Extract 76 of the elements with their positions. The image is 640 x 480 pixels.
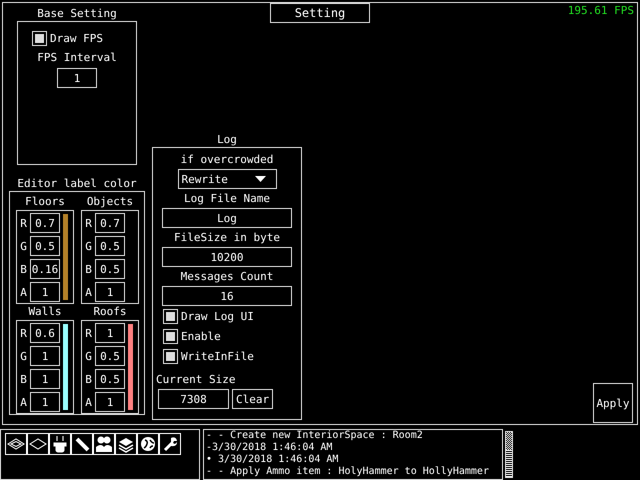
field-label: Log File Name <box>184 191 270 207</box>
setting-title[interactable]: Setting <box>270 3 370 23</box>
input-field[interactable]: 1 <box>30 369 60 389</box>
group-title: Walls <box>27 304 63 320</box>
channel-label: G <box>19 240 28 252</box>
input-field[interactable]: 0.6 <box>30 323 60 343</box>
log-line: • 3/30/2018 1:46:04 AM <box>206 454 340 466</box>
field-label: Messages Count <box>180 269 274 285</box>
input-field[interactable]: 0.5 <box>30 236 60 256</box>
input-field[interactable]: 1 <box>30 346 60 366</box>
checkbox[interactable] <box>163 328 178 344</box>
checkbox-label: WriteInFile <box>181 350 254 362</box>
group-title: Objects <box>86 194 134 210</box>
eye-icon[interactable] <box>5 433 27 455</box>
people-icon[interactable] <box>93 433 115 455</box>
dropdown[interactable]: Rewrite <box>178 169 276 189</box>
input-field[interactable]: 0.5 <box>95 259 125 279</box>
channel-label: B <box>84 262 93 276</box>
section-title: Editor label color <box>16 177 138 191</box>
channel-label: R <box>19 326 28 340</box>
caret-icon <box>254 176 266 182</box>
channel-label: G <box>84 240 93 252</box>
channel-label: G <box>19 350 28 362</box>
input-field[interactable]: 10200 <box>162 247 292 267</box>
scrollbar[interactable] <box>505 431 513 478</box>
input-field[interactable]: 1 <box>95 392 125 412</box>
input-field[interactable]: 0.7 <box>95 213 125 233</box>
log-line: -3/30/2018 1:46:04 AM <box>206 442 334 454</box>
group-title: Floors <box>24 194 66 210</box>
checkbox-label: Draw Log UI <box>181 310 254 322</box>
checkbox-label: Draw FPS <box>50 32 103 44</box>
field-label: FPS Interval <box>37 50 117 66</box>
section-title: Log <box>216 133 238 147</box>
input-field[interactable]: 0.5 <box>95 369 125 389</box>
channel-label: B <box>19 372 28 386</box>
field-label: Current Size <box>156 372 236 388</box>
channel-label: B <box>19 262 28 276</box>
channel-label: B <box>84 372 93 386</box>
globe-icon[interactable] <box>137 433 159 455</box>
log-line: - - Apply Ammo item : HolyHammer to HollyHammer <box>206 466 490 478</box>
apply-button[interactable]: Apply <box>593 383 633 423</box>
layers-icon[interactable] <box>115 433 137 455</box>
input-field[interactable]: 0.5 <box>95 236 125 256</box>
input-field[interactable]: Log <box>162 208 292 228</box>
channel-label: A <box>84 286 93 298</box>
fps-counter: 195.61 FPS <box>568 4 634 17</box>
input-field[interactable]: 0.5 <box>95 346 125 366</box>
wrench-icon[interactable] <box>159 433 181 455</box>
input-field[interactable]: 1 <box>95 323 125 343</box>
field-label: FileSize in byte <box>174 230 280 246</box>
channel-label: A <box>19 286 28 298</box>
channel-label: A <box>84 396 93 408</box>
log-line: - - Create new InteriorSpace : Room2 <box>206 430 424 442</box>
clear-button[interactable]: Clear <box>232 389 274 409</box>
checkbox[interactable] <box>163 348 178 364</box>
checkbox[interactable] <box>32 30 47 46</box>
pen-icon[interactable] <box>71 433 93 455</box>
channel-label: R <box>19 216 28 230</box>
checkbox-label: Enable <box>181 330 221 342</box>
input-field[interactable]: 16 <box>162 286 292 306</box>
channel-label: R <box>84 216 93 230</box>
channel-label: R <box>84 326 93 340</box>
channel-label: A <box>19 396 28 408</box>
input-field[interactable]: 0.7 <box>30 213 60 233</box>
input-field[interactable]: 1 <box>30 392 60 412</box>
input-field[interactable]: 1 <box>57 68 97 88</box>
channel-label: G <box>84 350 93 362</box>
section-title: Base Setting <box>36 7 118 21</box>
input-field[interactable]: 0.16 <box>30 259 60 279</box>
group-title: Roofs <box>92 304 128 320</box>
input-field[interactable]: 1 <box>95 282 125 302</box>
checkbox[interactable] <box>163 308 178 324</box>
plug-icon[interactable] <box>49 433 71 455</box>
input-field[interactable]: 7308 <box>158 389 229 409</box>
input-field[interactable]: 1 <box>30 282 60 302</box>
field-label: if overcrowded <box>180 152 274 168</box>
